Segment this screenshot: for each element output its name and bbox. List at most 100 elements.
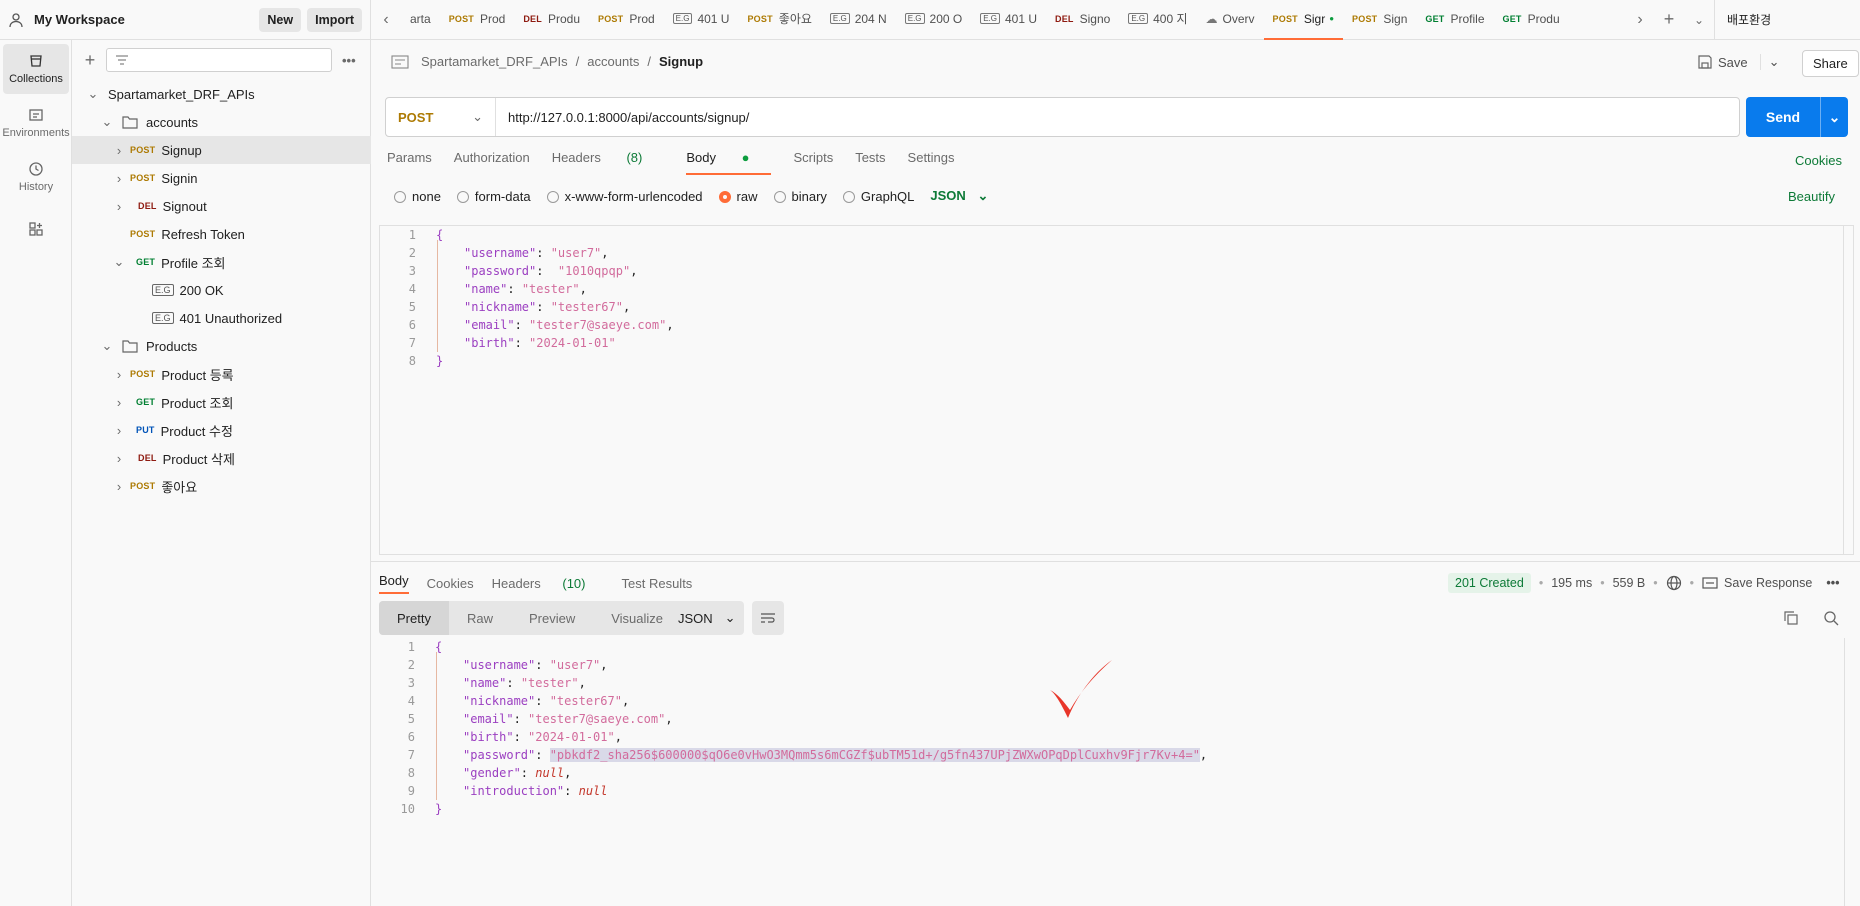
view-pretty[interactable]: Pretty (379, 601, 449, 635)
radio-form-data[interactable]: form-data (456, 189, 531, 204)
request-body-editor[interactable]: 1{2 "username": "user7", 3 "password": "101… (379, 225, 1854, 555)
tab-item[interactable]: E.G 400 지 (1119, 0, 1196, 40)
tree-request-product-register[interactable]: › POST Product 등록 (72, 360, 371, 388)
tab-label: 401 U (697, 11, 730, 26)
tab-item[interactable]: GET Produ (1494, 0, 1569, 40)
beautify-link[interactable]: Beautify (1788, 189, 1835, 204)
send-options-chevron-icon[interactable]: ⌄ (1820, 97, 1848, 137)
tab-item[interactable]: POST Prod (589, 0, 664, 40)
tab-item[interactable]: POST Sigr ● (1263, 0, 1344, 40)
send-button[interactable]: Send ⌄ (1746, 97, 1848, 137)
tree-request-refresh[interactable]: POST Refresh Token (72, 220, 371, 248)
tree-request-product-get[interactable]: › GET Product 조회 (72, 388, 371, 416)
code-content: "username": "user7", (436, 246, 609, 260)
workspace-name[interactable]: My Workspace (34, 12, 125, 27)
pane-divider[interactable] (371, 561, 1860, 562)
radio-urlencoded[interactable]: x-www-form-urlencoded (546, 189, 703, 204)
radio-binary[interactable]: binary (773, 189, 827, 204)
view-preview[interactable]: Preview (511, 601, 593, 635)
tab-scripts[interactable]: Scripts (793, 150, 833, 175)
tabs-scroll-left-icon[interactable]: ‹ (371, 11, 401, 29)
share-button[interactable]: Share (1802, 50, 1859, 77)
tree-request-product-delete[interactable]: › DEL Product 삭제 (72, 444, 371, 472)
response-scrollbar[interactable] (1844, 638, 1854, 906)
resp-tab-tests[interactable]: Test Results (622, 576, 693, 591)
tab-item[interactable]: POST Prod (440, 0, 515, 40)
tab-authorization[interactable]: Authorization (454, 150, 530, 175)
tab-item[interactable]: E.G 200 O (896, 0, 971, 40)
radio-none[interactable]: none (394, 189, 441, 204)
tab-item[interactable]: DEL Produ (514, 0, 589, 40)
editor-scrollbar[interactable] (1843, 226, 1853, 554)
search-icon[interactable] (1823, 610, 1839, 626)
tree-request-like[interactable]: › POST 좋아요 (72, 472, 371, 500)
tab-item[interactable]: ☁ Overv (1197, 0, 1264, 40)
tabs-menu-chevron-icon[interactable]: ⌄ (1684, 13, 1714, 27)
tree-folder-accounts[interactable]: ⌄ accounts (72, 108, 371, 136)
method-badge: POST (747, 13, 773, 24)
tab-item[interactable]: GET Profile (1416, 0, 1493, 40)
chevron-right-icon: › (116, 366, 122, 382)
import-button[interactable]: Import (307, 7, 362, 32)
save-button[interactable]: Save (1718, 55, 1748, 70)
response-size[interactable]: 559 B (1613, 576, 1646, 590)
breadcrumb-folder[interactable]: accounts (587, 54, 639, 69)
rail-environments[interactable]: Environments (2, 98, 70, 148)
method-select[interactable]: POST ⌄ (386, 98, 496, 136)
resp-tab-body[interactable]: Body (379, 573, 409, 594)
radio-graphql[interactable]: GraphQL (842, 189, 914, 204)
tab-item[interactable]: arta (401, 0, 440, 40)
tab-headers[interactable]: Headers (8) (552, 150, 665, 175)
more-icon[interactable]: ••• (1826, 576, 1839, 590)
tab-item[interactable]: POST 좋아요 (738, 0, 820, 40)
tree-label: 좋아요 (161, 479, 198, 495)
response-format-select[interactable]: JSON ⌄ (668, 601, 744, 635)
cookies-link[interactable]: Cookies (1795, 153, 1842, 168)
copy-icon[interactable] (1783, 610, 1799, 626)
tree-request-signup[interactable]: › POST Signup (72, 136, 371, 164)
tabs-scroll-right-icon[interactable]: › (1626, 11, 1654, 29)
tab-item[interactable]: POST Sign (1343, 0, 1416, 40)
tree-request-signout[interactable]: › DEL Signout (72, 192, 371, 220)
save-response-button[interactable]: Save Response (1724, 576, 1812, 590)
tab-settings[interactable]: Settings (908, 150, 955, 175)
wrap-lines-icon[interactable] (752, 601, 784, 635)
environment-selector[interactable]: 배포환경 (1715, 11, 1860, 28)
tree-collection-root[interactable]: ⌄ Spartamarket_DRF_APIs (72, 80, 371, 108)
body-language-select[interactable]: JSON ⌄ (930, 188, 988, 204)
sidebar-filter-input[interactable] (106, 48, 332, 72)
new-button[interactable]: New (259, 7, 302, 32)
tab-item[interactable]: E.G 401 U (971, 0, 1046, 40)
tree-folder-products[interactable]: ⌄ Products (72, 332, 371, 360)
tab-params[interactable]: Params (387, 150, 432, 175)
code-content: "name": "tester", (436, 282, 587, 296)
save-options-chevron-icon[interactable]: ⌄ (1759, 54, 1780, 70)
status-badge[interactable]: 201 Created (1448, 573, 1531, 593)
rail-collections[interactable]: Collections (3, 44, 69, 94)
rail-apps[interactable] (3, 206, 69, 256)
tab-body-label: Body (686, 150, 716, 165)
view-raw[interactable]: Raw (449, 601, 511, 635)
tab-tests[interactable]: Tests (855, 150, 885, 175)
resp-tab-cookies[interactable]: Cookies (427, 576, 474, 591)
response-time[interactable]: 195 ms (1551, 576, 1592, 590)
tab-item[interactable]: E.G 401 U (664, 0, 739, 40)
add-collection-icon[interactable]: + (80, 50, 100, 71)
response-body-viewer[interactable]: 1{2 "username": "user7", 3 "name": "tester"… (379, 638, 1854, 906)
new-tab-icon[interactable]: + (1654, 9, 1684, 30)
tab-item[interactable]: E.G 204 N (821, 0, 896, 40)
tree-request-signin[interactable]: › POST Signin (72, 164, 371, 192)
tab-body[interactable]: Body ● (686, 150, 772, 175)
globe-icon[interactable] (1666, 575, 1682, 591)
tree-request-product-put[interactable]: › PUT Product 수정 (72, 416, 371, 444)
url-input[interactable]: http://127.0.0.1:8000/api/accounts/signu… (508, 110, 749, 125)
rail-history[interactable]: History (3, 152, 69, 202)
radio-raw[interactable]: raw (718, 189, 758, 204)
tab-item[interactable]: DEL Signo (1046, 0, 1119, 40)
tree-request-profile[interactable]: ⌄ GET Profile 조회 (72, 248, 371, 276)
resp-tab-headers[interactable]: Headers (10) (492, 576, 604, 591)
more-icon[interactable]: ••• (342, 53, 356, 68)
breadcrumb-root[interactable]: Spartamarket_DRF_APIs (421, 54, 568, 69)
tree-example-401[interactable]: E.G 401 Unauthorized (72, 304, 371, 332)
tree-example-200[interactable]: E.G 200 OK (72, 276, 371, 304)
